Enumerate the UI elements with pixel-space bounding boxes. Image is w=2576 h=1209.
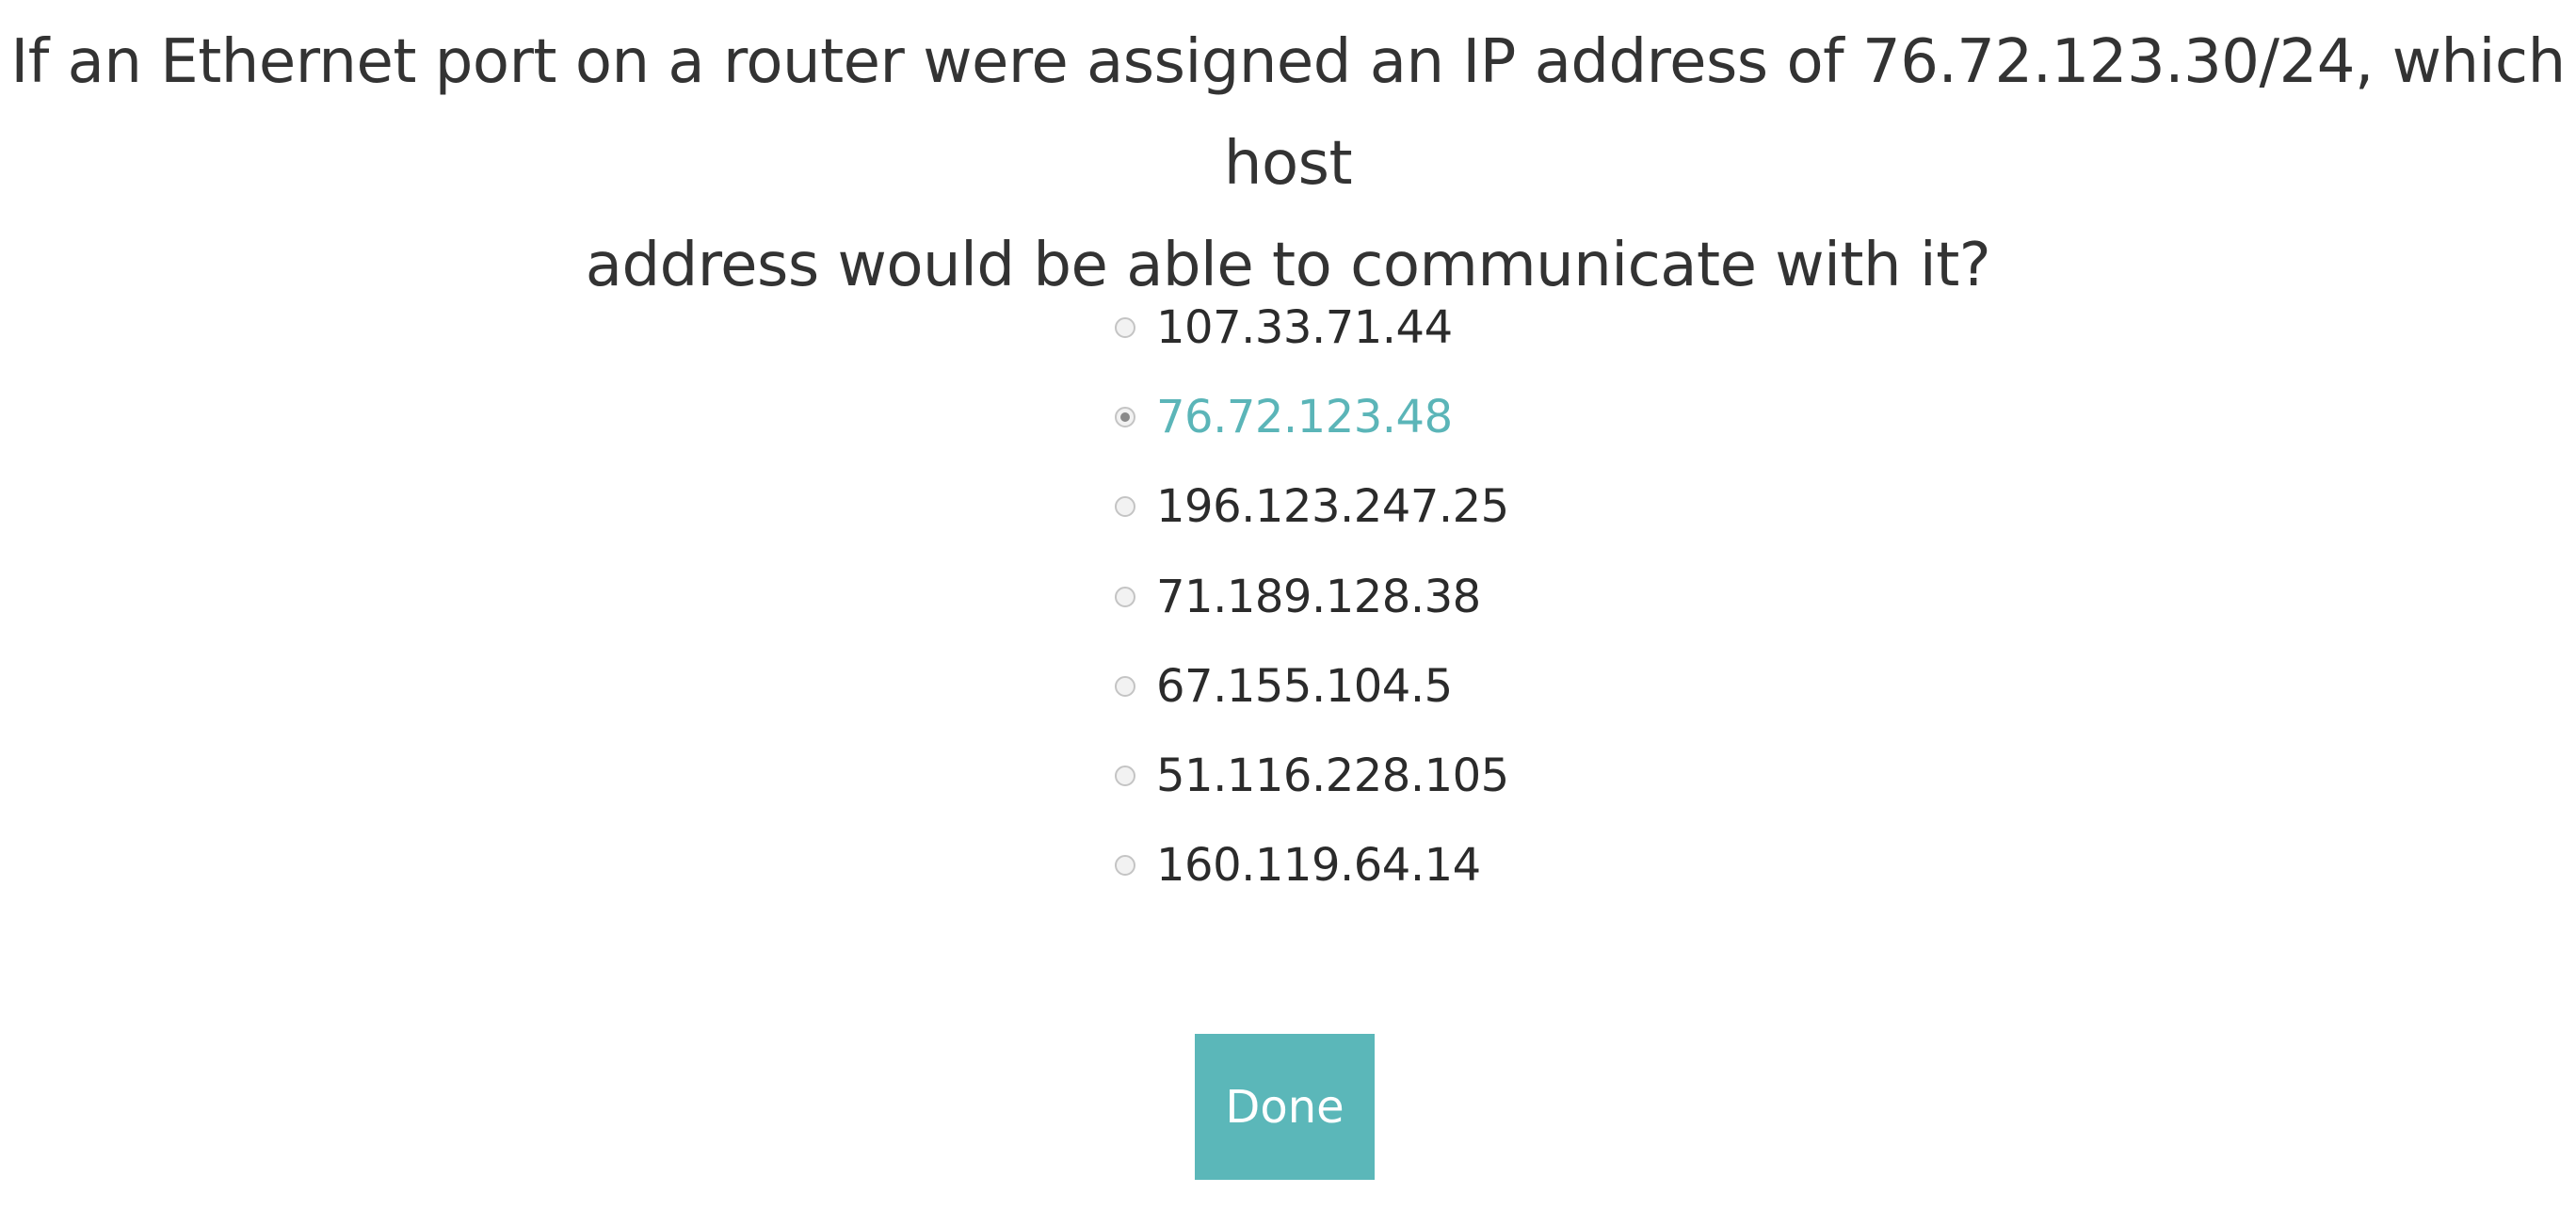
option-label: 51.116.228.105: [1156, 750, 1509, 803]
radio-button-icon[interactable]: [1115, 855, 1135, 877]
radio-button-icon[interactable]: [1115, 496, 1135, 518]
option-3[interactable]: 196.123.247.25: [1115, 462, 1962, 552]
question-text: If an Ethernet port on a router were ass…: [0, 11, 2576, 316]
radio-button-icon[interactable]: [1115, 316, 1135, 338]
radio-button-checked-icon[interactable]: [1115, 406, 1135, 427]
option-5[interactable]: 67.155.104.5: [1115, 641, 1962, 731]
done-button[interactable]: Done: [1195, 1034, 1375, 1180]
radio-button-icon[interactable]: [1115, 675, 1135, 697]
option-6[interactable]: 51.116.228.105: [1115, 731, 1962, 820]
option-label: 76.72.123.48: [1156, 390, 1453, 443]
option-label: 71.189.128.38: [1156, 570, 1481, 623]
option-label: 160.119.64.14: [1156, 839, 1481, 893]
option-label: 107.33.71.44: [1156, 300, 1453, 354]
option-2[interactable]: 76.72.123.48: [1115, 372, 1962, 461]
option-4[interactable]: 71.189.128.38: [1115, 552, 1962, 641]
option-7[interactable]: 160.119.64.14: [1115, 821, 1962, 911]
radio-button-icon[interactable]: [1115, 766, 1135, 787]
radio-button-icon[interactable]: [1115, 586, 1135, 607]
question-line-1: If an Ethernet port on a router were ass…: [10, 27, 2566, 199]
answer-options-list: 107.33.71.44 76.72.123.48 196.123.247.25…: [1115, 282, 1962, 911]
option-label: 67.155.104.5: [1156, 659, 1453, 713]
option-label: 196.123.247.25: [1156, 480, 1509, 534]
option-1[interactable]: 107.33.71.44: [1115, 282, 1962, 372]
